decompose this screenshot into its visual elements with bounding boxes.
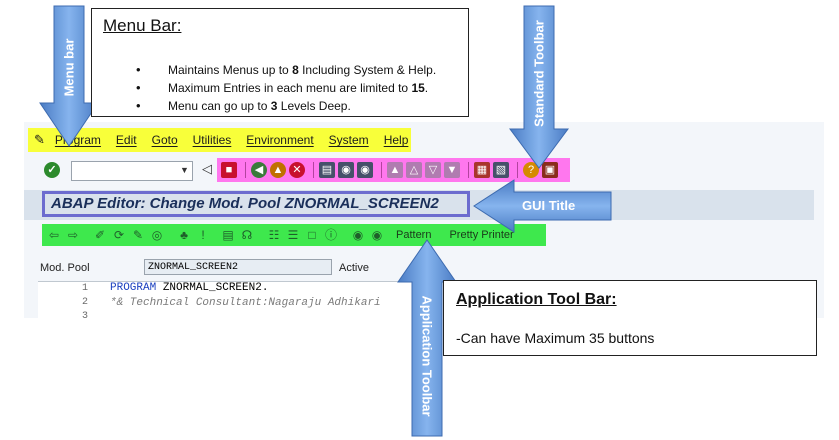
gui-title-arrow-label: GUI Title: [522, 198, 576, 213]
application-toolbar-arrow-label: Application Toolbar: [419, 295, 435, 417]
menu-bar-arrow-label: Menu bar: [61, 38, 77, 97]
callout-body: -Can have Maximum 35 buttons: [456, 330, 655, 346]
callout-bullet: Menu can go up to 3 Levels Deep.: [136, 98, 436, 113]
callout-bullets: Maintains Menus up to 8 Including System…: [136, 62, 436, 117]
callout-title: Application Tool Bar:: [456, 291, 617, 308]
callout-bullet: Maintains Menus up to 8 Including System…: [136, 62, 436, 77]
menu-bar-callout: Menu Bar: Maintains Menus up to 8 Includ…: [91, 8, 469, 117]
callout-bullet: Maximum Entries in each menu are limited…: [136, 80, 436, 95]
standard-toolbar-arrow-label: Standard Toolbar: [531, 20, 547, 127]
callout-title: Menu Bar:: [103, 16, 182, 35]
application-toolbar-callout: Application Tool Bar: -Can have Maximum …: [443, 280, 817, 356]
